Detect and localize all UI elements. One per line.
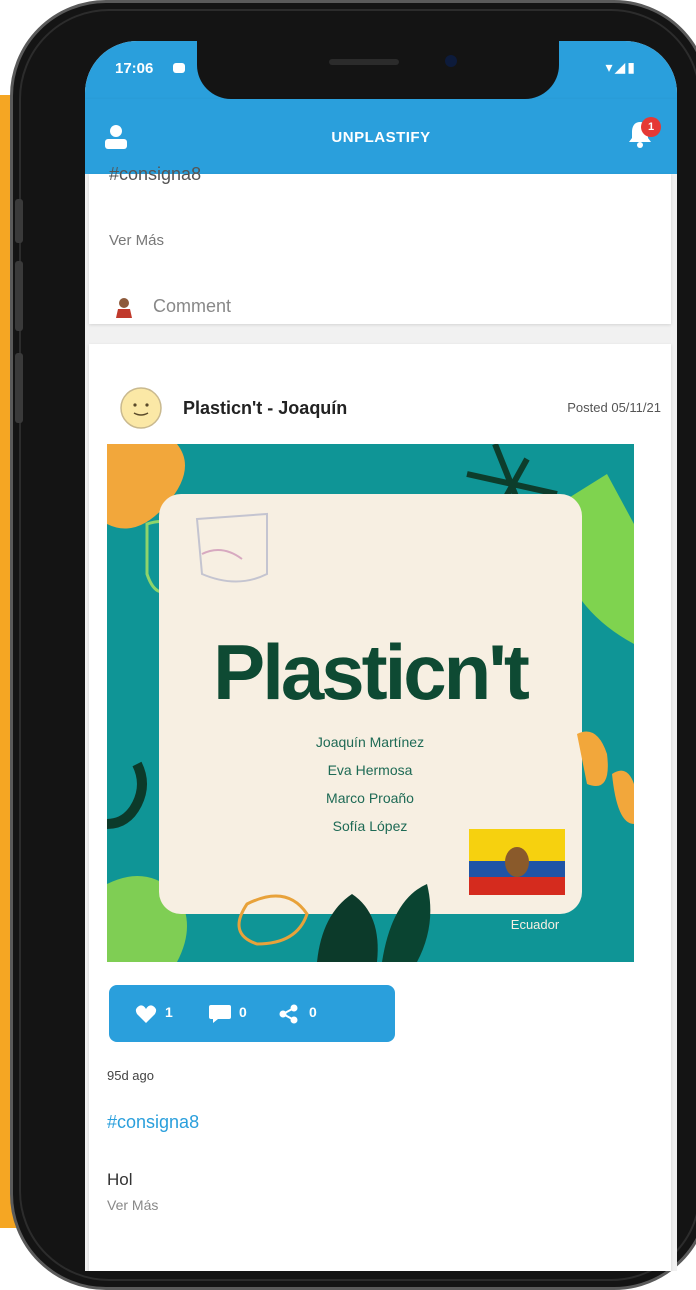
comments-count: 0 <box>239 1004 247 1020</box>
phone-side-button <box>15 261 23 331</box>
image-name: Sofía López <box>333 818 408 834</box>
phone-frame: 17:06 ▾◢▮ UNPLASTIFY 1 #consigna8 Ver Má… <box>10 0 696 1290</box>
avatar[interactable] <box>119 386 163 430</box>
see-more-link[interactable]: Ver Más <box>107 1197 158 1213</box>
image-name: Joaquín Martínez <box>316 734 424 750</box>
post-actions-bar: 1 0 0 <box>109 985 395 1042</box>
app-bar: UNPLASTIFY 1 <box>85 99 677 174</box>
share-icon[interactable] <box>279 1004 299 1024</box>
notification-badge: 1 <box>641 117 661 137</box>
ecuador-flag <box>469 829 565 895</box>
notification-dot-icon <box>173 63 185 73</box>
front-camera <box>445 55 457 67</box>
post-text: Hol <box>107 1170 133 1189</box>
post-card: #consigna8 Ver Más Comment <box>89 164 671 324</box>
status-time: 17:06 <box>115 60 154 77</box>
see-more-link[interactable]: Ver Más <box>109 232 164 249</box>
likes-count: 1 <box>165 1004 173 1020</box>
post-hashtag[interactable]: #consigna8 <box>107 1112 199 1133</box>
phone-screen: 17:06 ▾◢▮ UNPLASTIFY 1 #consigna8 Ver Má… <box>85 41 677 1271</box>
post-card: Plasticn't - Joaquín Posted 05/11/21 Pla… <box>89 344 671 1271</box>
comment-label: Comment <box>153 296 232 316</box>
feed[interactable]: #consigna8 Ver Más Comment Plasticn't - … <box>85 164 677 1271</box>
image-title: Plasticn't <box>213 628 530 716</box>
phone-side-button <box>15 353 23 423</box>
post-date: Posted 05/11/21 <box>567 400 661 415</box>
image-country: Ecuador <box>511 917 560 932</box>
image-name: Marco Proaño <box>326 790 414 806</box>
heart-icon[interactable] <box>135 1005 157 1023</box>
post-image[interactable]: Plasticn't Joaquín Martínez Eva Hermosa … <box>107 444 634 962</box>
comment-icon[interactable] <box>209 1005 231 1023</box>
speaker-grille <box>329 59 399 65</box>
phone-notch <box>197 41 559 99</box>
post-time-ago: 95d ago <box>107 1068 154 1083</box>
image-name: Eva Hermosa <box>328 762 413 778</box>
app-title: UNPLASTIFY <box>331 129 431 146</box>
post-hashtag[interactable]: #consigna8 <box>109 164 201 185</box>
user-avatar-icon <box>116 298 132 318</box>
phone-side-button <box>15 199 23 243</box>
signal-battery-icons: ▾◢▮ <box>605 59 637 75</box>
post-author[interactable]: Plasticn't - Joaquín <box>183 398 347 419</box>
shares-count: 0 <box>309 1004 317 1020</box>
